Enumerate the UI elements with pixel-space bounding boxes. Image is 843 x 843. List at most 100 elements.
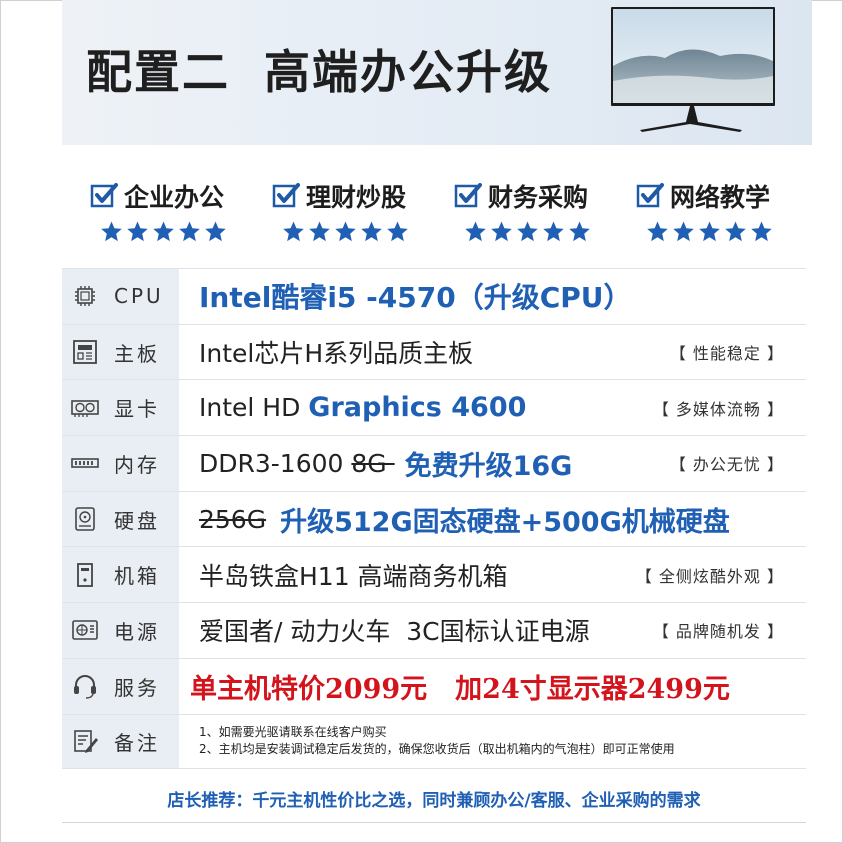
header-banner: 配置二 高端办公升级	[62, 0, 812, 145]
star-icon	[647, 221, 668, 242]
spec-row-case: 机箱 半岛铁盒H11 高端商务机箱 【 全侧炫酷外观 】	[62, 546, 806, 603]
remarks-text: 1、如需要光驱请联系在线客户购买 2、主机均是安装调试稳定后发货的，确保您收货后…	[199, 724, 675, 758]
star-icon	[101, 221, 122, 242]
spec-label: 硬盘	[114, 508, 160, 533]
spec-row-board: 主板 Intel芯片H系列品质主板 【 性能稳定 】	[62, 323, 806, 380]
spec-label-cell: CPU	[62, 269, 179, 324]
title-subtitle: 高端办公升级	[264, 45, 552, 99]
spec-label: 主板	[114, 341, 160, 366]
star-icon	[491, 221, 512, 242]
headset-icon	[74, 675, 96, 699]
star-icon	[673, 221, 694, 242]
disk-value-old: 256G	[199, 504, 267, 534]
feature-label: 理财炒股	[306, 183, 407, 212]
star-icon	[751, 221, 772, 242]
feature-list: 企业办公 理财炒股 财务采购 网络教学	[84, 178, 804, 248]
gpu-value-model: Graphics 4600	[308, 392, 527, 424]
ram-value-plain: DDR3-1600	[199, 448, 352, 478]
spec-value-cell: 256G 升级512G固态硬盘+500G机械硬盘	[199, 492, 806, 547]
spec-label-cell: 显卡	[62, 380, 179, 436]
gpu-value-plain: Intel HD	[199, 393, 309, 423]
star-icon	[543, 221, 564, 242]
edit-icon	[74, 730, 98, 754]
spec-row-disk: 硬盘 256G 升级512G固态硬盘+500G机械硬盘	[62, 490, 806, 547]
spec-note: 【 性能稳定 】	[669, 344, 784, 364]
spec-label: 内存	[114, 452, 160, 477]
spec-label: CPU	[114, 284, 164, 309]
spec-row-cpu: CPU Intel酷睿i5 -4570（升级CPU）	[62, 268, 806, 324]
spec-label: 服务	[114, 675, 160, 700]
spec-label-cell: 服务	[62, 658, 179, 714]
page-title: 配置二 高端办公升级	[86, 36, 552, 102]
feature-item: 企业办公	[90, 178, 260, 243]
spec-label-cell: 电源	[62, 603, 179, 658]
feature-item: 网络教学	[636, 178, 806, 243]
title-config: 配置二	[86, 45, 230, 99]
star-icon	[179, 221, 200, 242]
checkbox-checked-icon	[454, 183, 482, 208]
spec-value-cell: Intel酷睿i5 -4570（升级CPU）	[199, 269, 806, 324]
spec-row-remarks: 备注 1、如需要光驱请联系在线客户购买 2、主机均是安装调试稳定后发货的，确保您…	[62, 713, 806, 770]
rating-stars	[464, 220, 624, 243]
star-icon	[517, 221, 538, 242]
star-icon	[153, 221, 174, 242]
rating-stars	[282, 220, 442, 243]
spec-table: CPU Intel酷睿i5 -4570（升级CPU） 主板 Intel芯片H系列…	[62, 268, 806, 770]
psu-value: 爱国者/ 动力火车 3C国标认证电源	[199, 617, 590, 647]
spec-note: 【 多媒体流畅 】	[652, 399, 784, 419]
star-icon	[569, 221, 590, 242]
spec-label-cell: 硬盘	[62, 491, 179, 547]
motherboard-icon	[73, 340, 97, 364]
spec-label: 电源	[114, 619, 160, 644]
star-icon	[127, 221, 148, 242]
star-icon	[699, 221, 720, 242]
star-icon	[205, 221, 226, 242]
spec-label: 显卡	[114, 397, 160, 422]
spec-label-cell: 备注	[62, 714, 179, 769]
spec-row-service: 服务 单主机特价2099元 加24寸显示器2499元	[62, 657, 806, 714]
ram-value-upgrade: 免费升级16G	[404, 450, 573, 482]
feature-label: 财务采购	[488, 183, 589, 212]
price-with-monitor: 加24寸显示器2499元	[455, 673, 730, 705]
rating-stars	[100, 220, 260, 243]
spec-label-cell: 主板	[62, 324, 179, 380]
spec-row-ram: 内存 DDR3-1600 8G 免费升级16G 【 办公无忧 】	[62, 435, 806, 491]
checkbox-checked-icon	[636, 183, 664, 208]
power-supply-icon	[72, 620, 98, 641]
monitor-icon	[611, 7, 775, 132]
memory-icon	[71, 458, 99, 469]
board-value: Intel芯片H系列品质主板	[199, 339, 474, 369]
hard-disk-icon	[75, 507, 95, 531]
spec-note: 【 办公无忧 】	[669, 455, 784, 475]
cpu-value: Intel酷睿i5 -4570（升级CPU）	[199, 281, 632, 315]
spec-label: 机箱	[114, 564, 160, 589]
feature-item: 理财炒股	[272, 178, 442, 243]
star-icon	[335, 221, 356, 242]
spec-value-cell: 1、如需要光驱请联系在线客户购买 2、主机均是安装调试稳定后发货的，确保您收货后…	[199, 715, 806, 769]
remark-line: 1、如需要光驱请联系在线客户购买	[199, 725, 387, 740]
star-icon	[387, 221, 408, 242]
case-icon	[77, 562, 93, 587]
case-value: 半岛铁盒H11 高端商务机箱	[199, 561, 508, 591]
spec-label-cell: 机箱	[62, 547, 179, 603]
remark-line: 2、主机均是安装调试稳定后发货的，确保您收货后（取出机箱内的气泡柱）即可正常使用	[199, 742, 675, 757]
star-icon	[361, 221, 382, 242]
price-host-only: 单主机特价2099元	[190, 673, 428, 705]
spec-label: 备注	[114, 730, 160, 755]
ram-value-old: 8G	[351, 448, 395, 478]
star-icon	[309, 221, 330, 242]
rating-stars	[646, 220, 806, 243]
checkbox-checked-icon	[90, 183, 118, 208]
star-icon	[465, 221, 486, 242]
spec-row-psu: 电源 爱国者/ 动力火车 3C国标认证电源 【 品牌随机发 】	[62, 602, 806, 658]
cpu-icon	[75, 286, 95, 307]
recommendation-text: 店长推荐：千元主机性价比之选，同时兼顾办公/客服、企业采购的需求	[167, 791, 701, 811]
feature-label: 企业办公	[124, 183, 225, 212]
spec-note: 【 全侧炫酷外观 】	[635, 566, 784, 586]
feature-item: 财务采购	[454, 178, 624, 243]
spec-label-cell: 内存	[62, 436, 179, 491]
disk-value-upgrade: 升级512G固态硬盘+500G机械硬盘	[280, 506, 730, 538]
checkbox-checked-icon	[272, 183, 300, 208]
star-icon	[283, 221, 304, 242]
divider	[62, 822, 806, 823]
